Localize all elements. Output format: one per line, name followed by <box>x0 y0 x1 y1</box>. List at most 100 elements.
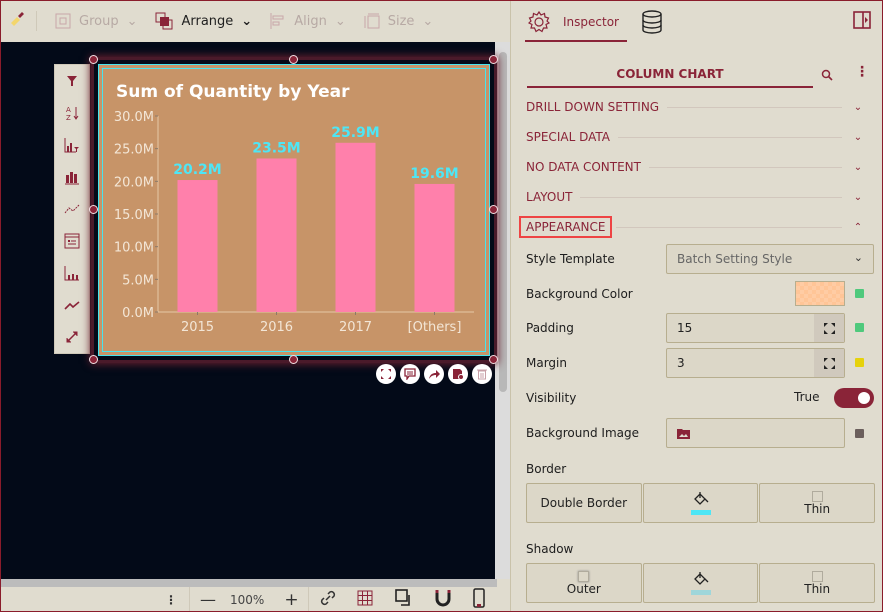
resize-icon[interactable] <box>62 327 82 346</box>
accordion-label: SPECIAL DATA <box>526 130 610 144</box>
tab-data-source[interactable] <box>633 0 671 44</box>
link-icon[interactable] <box>319 589 337 610</box>
column-chart-icon[interactable] <box>62 167 82 186</box>
y-tick-label: 15.0M <box>114 208 154 223</box>
data-label-chart-icon[interactable] <box>62 263 82 282</box>
comment-button[interactable] <box>400 364 420 384</box>
y-tick-label: 20.0M <box>114 175 154 190</box>
shadow-width-button[interactable]: Thin <box>759 563 876 603</box>
group-icon <box>55 13 71 29</box>
collapse-panel-button[interactable] <box>853 11 871 33</box>
resize-handle-top-left[interactable] <box>89 55 98 64</box>
trend-line-icon[interactable] <box>62 295 82 314</box>
margin-status-indicator <box>855 358 864 367</box>
arrange-icon <box>155 12 173 30</box>
padding-input[interactable]: 15 <box>666 313 845 343</box>
background-image-picker[interactable] <box>666 418 845 448</box>
chevron-down-icon: ⌄ <box>853 101 863 113</box>
border-width-button[interactable]: Thin <box>759 483 876 523</box>
delete-button[interactable] <box>472 364 492 384</box>
magnet-icon[interactable] <box>435 589 451 610</box>
shadow-type-preview <box>578 570 590 582</box>
share-arrow-icon <box>429 370 440 379</box>
resize-handle-bottom-left[interactable] <box>89 355 98 364</box>
filter-icon[interactable] <box>62 71 82 90</box>
chevron-down-icon: ⌄ <box>334 13 346 29</box>
search-icon[interactable] <box>821 66 833 85</box>
padding-value: 15 <box>677 321 693 335</box>
resize-handle-bottom-right[interactable] <box>489 355 498 364</box>
more-options-icon[interactable]: ⋮ <box>855 64 869 80</box>
maximize-button[interactable] <box>376 364 396 384</box>
divider <box>617 136 842 138</box>
visibility-toggle[interactable] <box>834 388 874 408</box>
shadow-type-value: Outer <box>566 581 601 596</box>
background-color-swatch[interactable] <box>795 281 845 306</box>
chevron-down-icon: ⌄ <box>853 161 863 173</box>
maximize-icon <box>381 369 391 379</box>
chevron-down-icon: ⌄ <box>853 251 863 264</box>
accordion-appearance[interactable]: APPEARANCE ⌃ <box>518 216 866 238</box>
style-template-select[interactable]: Batch Setting Style ⌄ <box>666 244 874 274</box>
size-button[interactable]: Size ⌄ <box>364 13 433 29</box>
column-chart-widget[interactable]: Sum of Quantity by Year 0.0M 5.0M 10.0M 15.… <box>94 60 494 360</box>
overlap-icon[interactable] <box>394 589 413 610</box>
border-width-preview <box>811 490 823 502</box>
collapse-panel-icon <box>853 11 871 29</box>
legend-icon[interactable] <box>62 231 82 250</box>
mobile-preview-icon[interactable] <box>472 588 485 611</box>
scrollbar-thumb[interactable] <box>499 52 507 392</box>
canvas-vertical-scrollbar[interactable] <box>495 42 510 579</box>
widget-actions <box>376 364 492 384</box>
more-options-icon[interactable]: ⋮ <box>165 593 177 607</box>
resize-handle-right[interactable] <box>489 205 498 214</box>
canvas-horizontal-scrollbar[interactable] <box>0 579 497 587</box>
visibility-value: True <box>794 390 820 404</box>
tab-inspector[interactable]: Inspector <box>519 0 627 44</box>
shadow-color-button[interactable] <box>642 563 759 603</box>
shadow-label: Shadow <box>526 542 574 556</box>
expand-padding-button[interactable] <box>814 314 844 342</box>
border-style-button[interactable]: Double Border <box>526 483 642 523</box>
share-button[interactable] <box>424 364 444 384</box>
group-button[interactable]: Group ⌄ <box>55 13 137 29</box>
resize-handle-left[interactable] <box>89 205 98 214</box>
database-icon <box>642 10 662 34</box>
svg-text:A: A <box>66 106 71 114</box>
expand-margin-button[interactable] <box>814 349 844 377</box>
background-color-label: Background Color <box>526 287 633 301</box>
grid-icon[interactable] <box>357 590 373 609</box>
align-button[interactable]: Align ⌄ <box>270 13 346 29</box>
comment-icon <box>404 368 416 380</box>
sort-az-icon[interactable]: AZ <box>62 103 82 122</box>
resize-handle-bottom[interactable] <box>289 355 298 364</box>
accordion-special-data[interactable]: SPECIAL DATA ⌄ <box>526 127 866 147</box>
brush-icon[interactable] <box>8 10 26 32</box>
chart-filter-icon[interactable] <box>62 135 82 154</box>
arrange-button[interactable]: Arrange ⌄ <box>155 12 252 30</box>
save-icon <box>453 369 464 380</box>
accordion-no-data-content[interactable]: NO DATA CONTENT ⌄ <box>526 157 866 177</box>
shadow-width-value: Thin <box>804 581 831 596</box>
x-tick-label: 2016 <box>260 320 293 335</box>
accordion-label: LAYOUT <box>526 190 573 204</box>
toolbar-divider <box>189 587 190 612</box>
chart-area: Sum of Quantity by Year 0.0M 5.0M 10.0M 15.… <box>98 64 490 356</box>
toolbar-divider <box>36 11 37 31</box>
shadow-color-swatch <box>690 589 711 595</box>
border-color-button[interactable] <box>642 483 759 523</box>
shadow-type-button[interactable]: Outer <box>526 563 642 603</box>
background-image-label: Background Image <box>526 426 639 440</box>
chevron-down-icon: ⌄ <box>241 13 253 29</box>
save-as-button[interactable] <box>448 364 468 384</box>
zoom-out-button[interactable]: — <box>200 590 216 609</box>
resize-handle-top-right[interactable] <box>489 55 498 64</box>
margin-input[interactable]: 3 <box>666 348 845 378</box>
border-label: Border <box>526 462 567 476</box>
line-chart-icon[interactable] <box>62 199 82 218</box>
resize-handle-top[interactable] <box>289 55 298 64</box>
accordion-drill-down-setting[interactable]: DRILL DOWN SETTING ⌄ <box>526 97 866 117</box>
paint-bucket-icon <box>693 491 708 505</box>
zoom-in-button[interactable]: + <box>284 590 298 610</box>
accordion-layout[interactable]: LAYOUT ⌄ <box>526 187 866 207</box>
